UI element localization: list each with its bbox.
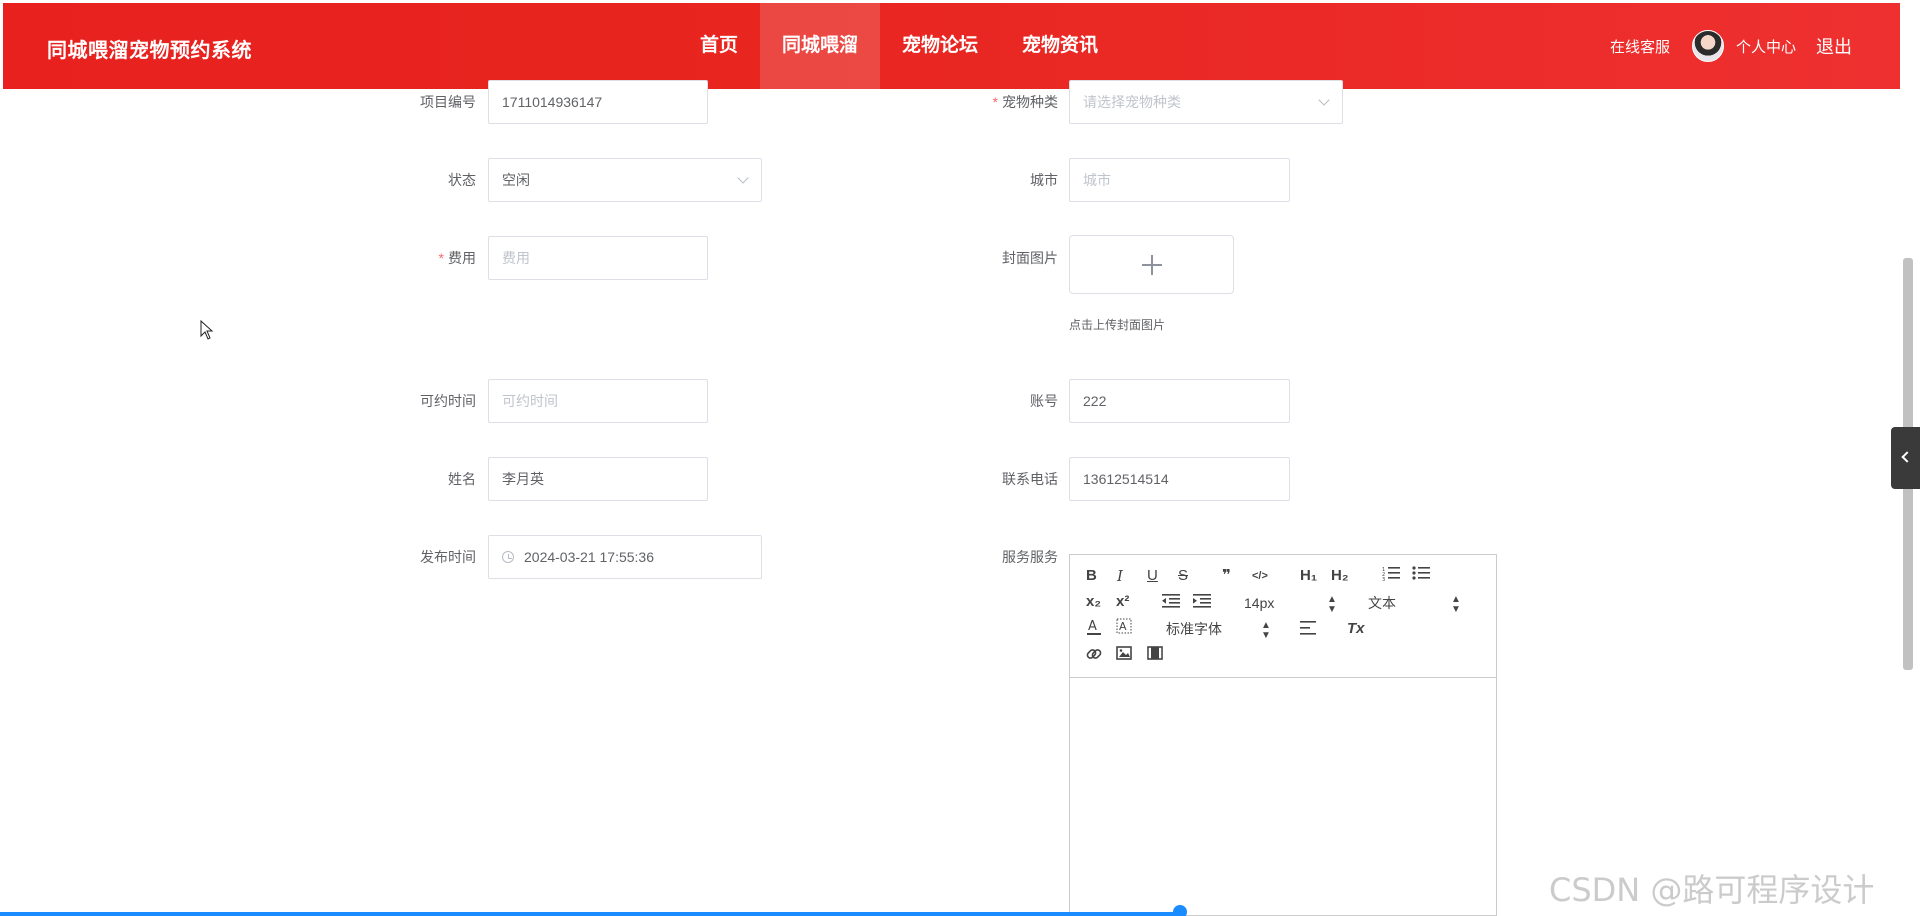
pet-type-label: * 宠物种类 <box>992 94 1058 110</box>
account-label: 账号 <box>1030 393 1058 409</box>
svg-text:A: A <box>1088 619 1097 634</box>
status-label: 状态 <box>448 172 476 188</box>
h1-button[interactable]: H₁ <box>1300 566 1317 586</box>
sort-arrows-icon: ▲ ▼ <box>1327 594 1337 615</box>
bullet-list-icon[interactable] <box>1412 565 1430 587</box>
indent-icon[interactable] <box>1193 593 1211 615</box>
name-label: 姓名 <box>448 471 476 487</box>
service-label: 服务服务 <box>1002 549 1058 565</box>
pet-type-select[interactable]: 请选择宠物种类 <box>1069 80 1343 124</box>
outdent-icon[interactable] <box>1162 593 1180 615</box>
status-select[interactable]: 空闲 <box>488 158 762 202</box>
align-icon[interactable] <box>1300 621 1318 641</box>
online-service-link[interactable]: 在线客服 <box>1610 36 1670 57</box>
top-navbar: 同城喂溜宠物预约系统 首页 同城喂溜 宠物论坛 宠物资讯 在线客服 个人中心 退… <box>3 3 1900 89</box>
header-right: 在线客服 个人中心 退出 <box>1610 3 1900 89</box>
italic-button[interactable]: I <box>1117 566 1123 586</box>
clean-format-button[interactable]: Tx <box>1347 619 1365 639</box>
nav-pet-forum[interactable]: 宠物论坛 <box>880 3 1000 89</box>
font-size-select[interactable]: 14px <box>1244 593 1274 613</box>
nav-pet-news[interactable]: 宠物资讯 <box>1000 3 1120 89</box>
logout-link[interactable]: 退出 <box>1816 33 1852 59</box>
item-no-input[interactable]: 1711014936147 <box>488 80 708 124</box>
chevron-down-icon <box>1318 94 1330 106</box>
background-color-icon[interactable]: A <box>1116 618 1132 642</box>
watermark: CSDN @路可程序设计 <box>1549 871 1875 909</box>
fee-label: * 费用 <box>438 250 476 266</box>
plus-icon <box>1142 255 1162 275</box>
publish-time-label: 发布时间 <box>420 549 476 565</box>
rich-text-editor: B I U S ❞ </> H₁ H₂ 123 x₂ x² 14px ▲ ▼ 文… <box>1069 554 1497 916</box>
code-block-button[interactable]: </> <box>1252 566 1268 586</box>
image-icon[interactable] <box>1116 646 1132 666</box>
underline-button[interactable]: U <box>1147 566 1158 586</box>
cover-upload-box[interactable] <box>1069 235 1234 294</box>
brand-title: 同城喂溜宠物预约系统 <box>47 40 252 62</box>
publish-time-input[interactable]: 2024-03-21 17:55:36 <box>488 535 762 579</box>
bold-button[interactable]: B <box>1086 566 1097 586</box>
editor-content-area[interactable] <box>1070 678 1496 916</box>
header-select[interactable]: 文本 <box>1368 593 1396 613</box>
personal-center-link[interactable]: 个人中心 <box>1736 36 1796 57</box>
city-input[interactable]: 城市 <box>1069 158 1290 202</box>
progress-handle[interactable] <box>1173 905 1187 916</box>
avatar[interactable] <box>1691 30 1724 62</box>
strike-button[interactable]: S <box>1178 566 1188 586</box>
city-label: 城市 <box>1030 172 1058 188</box>
nav-home[interactable]: 首页 <box>678 3 760 89</box>
subscript-button[interactable]: x₂ <box>1086 592 1101 612</box>
app-root: 同城喂溜宠物预约系统 首页 同城喂溜 宠物论坛 宠物资讯 在线客服 个人中心 退… <box>0 0 1920 916</box>
blockquote-button[interactable]: ❞ <box>1222 566 1231 586</box>
phone-label: 联系电话 <box>1002 471 1058 487</box>
available-time-input[interactable]: 可约时间 <box>488 379 708 423</box>
ordered-list-icon[interactable]: 123 <box>1382 565 1400 587</box>
bottom-progress-bar <box>0 912 1185 916</box>
h2-button[interactable]: H₂ <box>1331 566 1349 586</box>
sort-arrows-icon: ▲ ▼ <box>1261 620 1271 641</box>
main-nav: 首页 同城喂溜 宠物论坛 宠物资讯 <box>678 3 1120 89</box>
mouse-cursor-icon <box>200 320 214 340</box>
sort-arrows-icon: ▲ ▼ <box>1451 594 1461 615</box>
available-time-label: 可约时间 <box>420 393 476 409</box>
svg-text:A: A <box>1119 620 1127 633</box>
font-family-select[interactable]: 标准字体 <box>1166 619 1222 639</box>
chevron-down-icon <box>737 172 749 184</box>
name-input[interactable]: 李月英 <box>488 457 708 501</box>
upload-tip: 点击上传封面图片 <box>1069 318 1166 332</box>
phone-input[interactable]: 13612514514 <box>1069 457 1290 501</box>
item-no-label: 项目编号 <box>420 94 476 110</box>
cover-label: 封面图片 <box>1002 250 1058 266</box>
clock-icon <box>502 551 514 564</box>
video-icon[interactable] <box>1147 646 1163 666</box>
side-panel-toggle[interactable] <box>1891 427 1920 489</box>
account-input[interactable]: 222 <box>1069 379 1290 423</box>
link-icon[interactable] <box>1086 646 1102 668</box>
fee-input[interactable]: 费用 <box>488 236 708 280</box>
chevron-left-icon <box>1901 451 1913 463</box>
font-color-icon[interactable]: A <box>1086 618 1102 642</box>
nav-pet-walking[interactable]: 同城喂溜 <box>760 3 881 89</box>
svg-text:3: 3 <box>1382 577 1385 581</box>
editor-toolbar: B I U S ❞ </> H₁ H₂ 123 x₂ x² 14px ▲ ▼ 文… <box>1070 555 1496 678</box>
superscript-button[interactable]: x² <box>1116 592 1129 612</box>
